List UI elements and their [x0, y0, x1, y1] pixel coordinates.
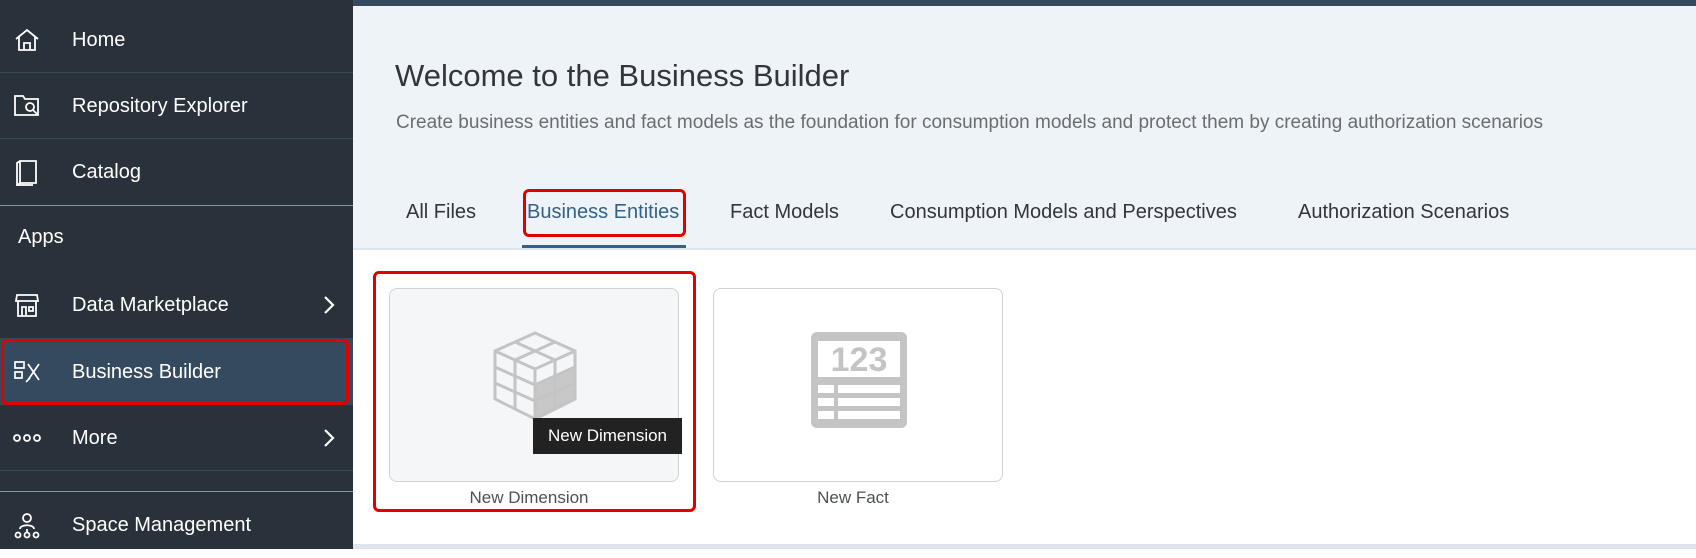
nav-item-more[interactable]: More [0, 405, 353, 471]
nav-item-repository-explorer[interactable]: Repository Explorer [0, 73, 353, 139]
tab-fact-models[interactable]: Fact Models [730, 201, 839, 224]
active-tab-indicator [522, 245, 686, 248]
nav-item-home[interactable]: Home [0, 7, 353, 73]
side-navigation: Home Repository Explorer Catalog Apps Da… [0, 0, 353, 549]
page-subtitle: Create business entities and fact models… [396, 112, 1543, 133]
nav-label-more: More [72, 426, 118, 449]
header-divider [353, 248, 1696, 250]
new-fact-tile[interactable]: 123 [713, 288, 1003, 482]
apps-section-label: Apps [18, 226, 64, 248]
new-dimension-caption: New Dimension [469, 488, 589, 507]
nav-item-data-marketplace[interactable]: Data Marketplace [0, 272, 353, 338]
data-marketplace-icon [12, 290, 42, 320]
content-divider [353, 544, 1696, 549]
tab-consumption-models[interactable]: Consumption Models and Perspectives [890, 201, 1237, 224]
nav-item-catalog[interactable]: Catalog [0, 139, 353, 205]
nav-label-catalog: Catalog [72, 160, 141, 183]
page-header: Welcome to the Business Builder Create b… [353, 6, 1696, 250]
nav-label-home: Home [72, 28, 126, 51]
divider [0, 470, 353, 471]
new-fact-caption: New Fact [817, 488, 889, 507]
home-icon [12, 25, 42, 55]
nav-label-space-management: Space Management [72, 513, 252, 536]
chevron-right-icon [321, 427, 337, 449]
nav-label-repository-explorer: Repository Explorer [72, 94, 248, 117]
catalog-icon [12, 157, 42, 187]
fact-table-icon: 123 [810, 331, 908, 434]
section-divider [0, 205, 353, 206]
tab-business-entities[interactable]: Business Entities [527, 201, 679, 224]
tab-all-files[interactable]: All Files [406, 201, 476, 224]
repository-explorer-icon [12, 91, 42, 121]
space-management-icon [12, 510, 42, 540]
svg-text:123: 123 [831, 341, 888, 379]
tooltip: New Dimension [533, 418, 682, 454]
nav-label-data-marketplace: Data Marketplace [72, 293, 229, 316]
page-title: Welcome to the Business Builder [395, 58, 850, 93]
business-builder-icon [12, 357, 42, 387]
tab-authorization-scenarios[interactable]: Authorization Scenarios [1298, 201, 1509, 224]
nav-label-business-builder: Business Builder [72, 360, 221, 383]
more-icon [12, 423, 42, 453]
nav-item-space-management[interactable]: Space Management [0, 492, 353, 558]
nav-item-business-builder[interactable]: Business Builder [0, 339, 353, 405]
cube-icon [492, 331, 578, 426]
chevron-right-icon [321, 294, 337, 316]
